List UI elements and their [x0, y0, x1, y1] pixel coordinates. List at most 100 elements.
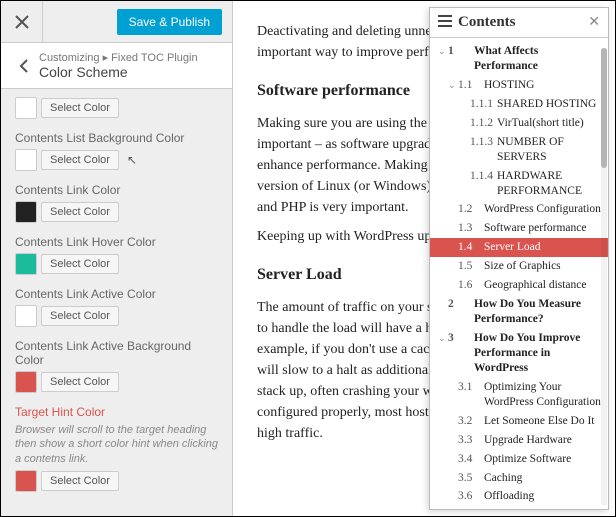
toc-number: 1.3 [458, 221, 480, 236]
toc-text: Caching [484, 471, 602, 486]
select-color-button[interactable]: Select Color [41, 202, 119, 222]
chevron-down-icon: ⌄ [448, 80, 458, 92]
color-option: Contents List Background Color Select Col… [15, 131, 218, 171]
toc-text: How Do You Improve Performance in WordPr… [474, 331, 602, 376]
toc-item[interactable]: ⌄3 How Do You Improve Performance in Word… [430, 329, 608, 378]
select-color-button[interactable]: Select Color [41, 150, 119, 170]
toc-item[interactable]: 3.7 Compression [430, 506, 608, 509]
toc-number: 1.1.3 [470, 135, 493, 150]
toc-number: 1.1.4 [470, 169, 493, 184]
chevron-down-icon: ⌄ [438, 333, 448, 345]
toc-number: 3.7 [458, 508, 480, 509]
toc-item[interactable]: ⌄1.1 HOSTING [430, 76, 608, 95]
toc-text: Let Someone Else Do It [484, 414, 602, 429]
toc-item[interactable]: 1.1.3 NUMBER OF SERVERS [430, 133, 608, 167]
toc-item[interactable]: 3.2 Let Someone Else Do It [430, 412, 608, 431]
toc-number: 3.2 [458, 414, 480, 429]
color-swatch[interactable] [15, 149, 37, 171]
toc-number: 1.2 [458, 202, 480, 217]
cursor-icon: ↖ [127, 153, 137, 167]
toc-header: Contents ✕ [430, 8, 608, 38]
toc-item[interactable]: 1.5 Size of Graphics [430, 257, 608, 276]
toc-number: 1.1 [458, 78, 480, 93]
toc-item[interactable]: 1.3Software performance [430, 219, 608, 238]
toc-text: Optimize Software [484, 452, 602, 467]
select-color-button[interactable]: Select Color [41, 471, 119, 491]
toc-item[interactable]: ⌄1What Affects Performance [430, 42, 608, 76]
color-swatch[interactable] [15, 97, 37, 119]
toc-number: 3.1 [458, 380, 480, 395]
option-label: Contents Link Active Background Color [15, 339, 218, 367]
toc-number: 3.5 [458, 471, 480, 486]
option-label: Target Hint Color [15, 405, 218, 419]
toc-text: Compression [484, 508, 602, 509]
toc-item[interactable]: 1.4 Server Load [430, 238, 608, 257]
toc-item[interactable]: 1.1.1SHARED HOSTING [430, 95, 608, 114]
toc-text: HARDWARE PERFORMANCE [497, 169, 602, 199]
option-label: Contents Link Active Color [15, 287, 218, 301]
toc-close-icon[interactable]: ✕ [588, 14, 600, 31]
select-color-button[interactable]: Select Color [41, 372, 119, 392]
color-swatch[interactable] [15, 371, 37, 393]
toc-item[interactable]: 1.2 WordPress Configuration [430, 200, 608, 219]
customizer-body: Select ColorContents List Background Col… [1, 89, 232, 516]
toc-title: Contents [458, 14, 588, 31]
toc-text: NUMBER OF SERVERS [497, 135, 602, 165]
color-option: Contents Link Hover Color Select Color [15, 235, 218, 275]
toc-item[interactable]: 3.5 Caching [430, 469, 608, 488]
menu-icon[interactable] [438, 15, 452, 31]
section-title: Color Scheme [39, 64, 198, 80]
select-color-button[interactable]: Select Color [41, 254, 119, 274]
toc-item[interactable]: 3.1 Optimizing Your WordPress Configurati… [430, 378, 608, 412]
back-icon[interactable] [9, 59, 39, 73]
toc-item[interactable]: 1.1.2VirTual(short title) [430, 114, 608, 133]
option-label: Contents Link Color [15, 183, 218, 197]
color-option: Contents Link Color Select Color [15, 183, 218, 223]
toc-number: 1.4 [458, 240, 480, 255]
toc-number: 1.6 [458, 278, 480, 293]
close-icon[interactable] [1, 1, 43, 43]
color-swatch[interactable] [15, 470, 37, 492]
toc-text: Optimizing Your WordPress Configuration [484, 380, 602, 410]
toc-item[interactable]: 1.1.4 HARDWARE PERFORMANCE [430, 167, 608, 201]
select-color-button[interactable]: Select Color [41, 98, 119, 118]
color-swatch[interactable] [15, 253, 37, 275]
select-color-button[interactable]: Select Color [41, 306, 119, 326]
toc-text: How Do You Measure Performance? [474, 297, 602, 327]
toc-item[interactable]: 2How Do You Measure Performance? [430, 295, 608, 329]
toc-text: Size of Graphics [484, 259, 602, 274]
toc-number: 1.1.1 [470, 97, 493, 112]
toc-number: 1.1.2 [470, 116, 493, 131]
option-label: Contents List Background Color [15, 131, 218, 145]
toc-text: Offloading [484, 489, 602, 504]
toc-scrollbar[interactable] [601, 48, 607, 505]
toc-item[interactable]: 3.4Optimize Software [430, 450, 608, 469]
color-swatch[interactable] [15, 305, 37, 327]
customizer-header: Save & Publish [1, 1, 232, 43]
color-option: Contents Link Active Background Color Sel… [15, 339, 218, 393]
color-swatch[interactable] [15, 201, 37, 223]
toc-item[interactable]: 1.6 Geographical distance [430, 276, 608, 295]
option-description: Browser will scroll to the target headin… [15, 423, 218, 466]
toc-number: 3.3 [458, 433, 480, 448]
color-option: Contents Link Active Color Select Color [15, 287, 218, 327]
toc-text: HOSTING [484, 78, 602, 93]
color-option: Select Color [15, 97, 218, 119]
toc-number: 3.6 [458, 489, 480, 504]
breadcrumb: Customizing ▸ Fixed TOC Plugin [39, 51, 198, 64]
toc-panel: Contents ✕ ⌄1What Affects Performance⌄1.… [429, 7, 609, 510]
toc-number: 1.5 [458, 259, 480, 274]
toc-item[interactable]: 3.6 Offloading [430, 487, 608, 506]
toc-number: 3 [448, 331, 470, 346]
toc-text: Geographical distance [484, 278, 602, 293]
save-publish-button[interactable]: Save & Publish [117, 9, 222, 35]
target-hint-option: Target Hint Color Browser will scroll to … [15, 405, 218, 492]
toc-text: Server Load [484, 240, 602, 255]
toc-list: ⌄1What Affects Performance⌄1.1HOSTING1.1… [430, 38, 608, 509]
chevron-down-icon: ⌄ [438, 46, 448, 58]
toc-number: 1 [448, 44, 470, 59]
toc-text: WordPress Configuration [484, 202, 602, 217]
customizer-subheader: Customizing ▸ Fixed TOC Plugin Color Sch… [1, 43, 232, 89]
option-label: Contents Link Hover Color [15, 235, 218, 249]
toc-item[interactable]: 3.3Upgrade Hardware [430, 431, 608, 450]
